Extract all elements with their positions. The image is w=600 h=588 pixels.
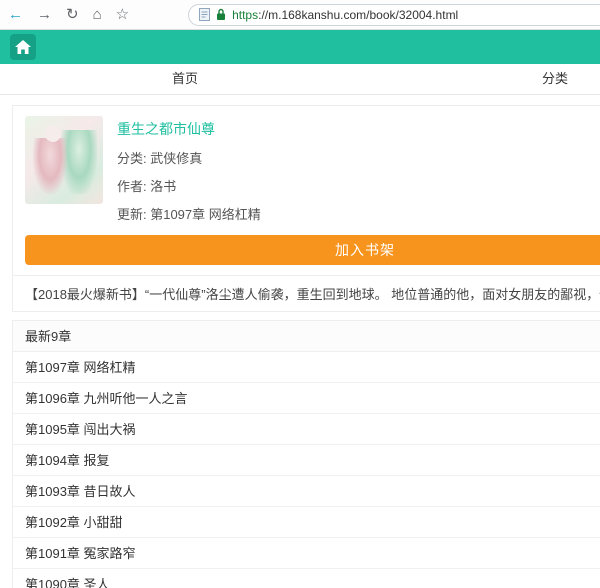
lock-icon bbox=[216, 8, 226, 21]
nav-item-home[interactable]: 首页 bbox=[0, 64, 370, 94]
url-text: https://m.168kanshu.com/book/32004.html bbox=[232, 8, 458, 22]
browser-toolbar: ← → ↻ ⌂ ☆ https://m.168kanshu.com/book/3… bbox=[0, 0, 600, 30]
site-home-button[interactable] bbox=[10, 34, 36, 60]
book-cover-image[interactable] bbox=[25, 116, 103, 204]
book-latest-update[interactable]: 更新: 第1097章 网络杠精 bbox=[117, 204, 261, 223]
screenshot-root: ← → ↻ ⌂ ☆ https://m.168kanshu.com/book/3… bbox=[0, 0, 600, 588]
chapter-link[interactable]: 第1093章 昔日故人 bbox=[13, 476, 600, 507]
nav-item-category[interactable]: 分类 bbox=[370, 64, 600, 94]
chapter-link[interactable]: 第1092章 小甜甜 bbox=[13, 507, 600, 538]
site-nav: 首页 分类 bbox=[0, 64, 600, 95]
page-icon bbox=[199, 8, 210, 21]
book-title[interactable]: 重生之都市仙尊 bbox=[117, 119, 261, 139]
url-scheme: https bbox=[232, 8, 258, 22]
book-info: 重生之都市仙尊 分类: 武侠修真 作者: 洛书 更新: 第1097章 网络杠精 bbox=[117, 116, 261, 223]
chapter-link[interactable]: 第1095章 闯出大祸 bbox=[13, 414, 600, 445]
back-icon[interactable]: ← bbox=[8, 7, 23, 22]
add-to-shelf-button[interactable]: 加入书架 bbox=[25, 235, 600, 265]
address-bar[interactable]: https://m.168kanshu.com/book/32004.html bbox=[188, 4, 600, 26]
cover-art-shape bbox=[45, 126, 61, 142]
book-description: 【2018最火爆新书】“一代仙尊”洛尘遭人偷袭，重生回到地球。 地位普通的他，面… bbox=[12, 275, 600, 312]
book-card: 重生之都市仙尊 分类: 武侠修真 作者: 洛书 更新: 第1097章 网络杠精 … bbox=[12, 105, 600, 276]
book-category: 分类: 武侠修真 bbox=[117, 148, 261, 167]
chapter-link[interactable]: 第1097章 网络杠精 bbox=[13, 352, 600, 383]
page: ← → ↻ ⌂ ☆ https://m.168kanshu.com/book/3… bbox=[0, 0, 600, 588]
url-rest: ://m.168kanshu.com/book/32004.html bbox=[258, 8, 458, 22]
chapter-link[interactable]: 第1094章 报复 bbox=[13, 445, 600, 476]
book-author: 作者: 洛书 bbox=[117, 176, 261, 195]
chapter-link[interactable]: 第1096章 九州听他一人之言 bbox=[13, 383, 600, 414]
cover-art-shape bbox=[33, 138, 67, 194]
refresh-icon[interactable]: ↻ bbox=[66, 7, 79, 22]
forward-icon[interactable]: → bbox=[37, 7, 52, 22]
bookmark-star-icon[interactable]: ☆ bbox=[116, 7, 129, 22]
book-card-row: 重生之都市仙尊 分类: 武侠修真 作者: 洛书 更新: 第1097章 网络杠精 bbox=[25, 116, 600, 223]
site-header bbox=[0, 30, 600, 64]
home-icon[interactable]: ⌂ bbox=[93, 7, 102, 22]
chapter-link[interactable]: 第1091章 冤家路窄 bbox=[13, 538, 600, 569]
chapter-list: 最新9章 第1097章 网络杠精 第1096章 九州听他一人之言 第1095章 … bbox=[12, 320, 600, 588]
chapter-list-header: 最新9章 bbox=[13, 321, 600, 352]
chapter-link[interactable]: 第1090章 圣人 bbox=[13, 569, 600, 588]
house-icon bbox=[15, 40, 31, 54]
